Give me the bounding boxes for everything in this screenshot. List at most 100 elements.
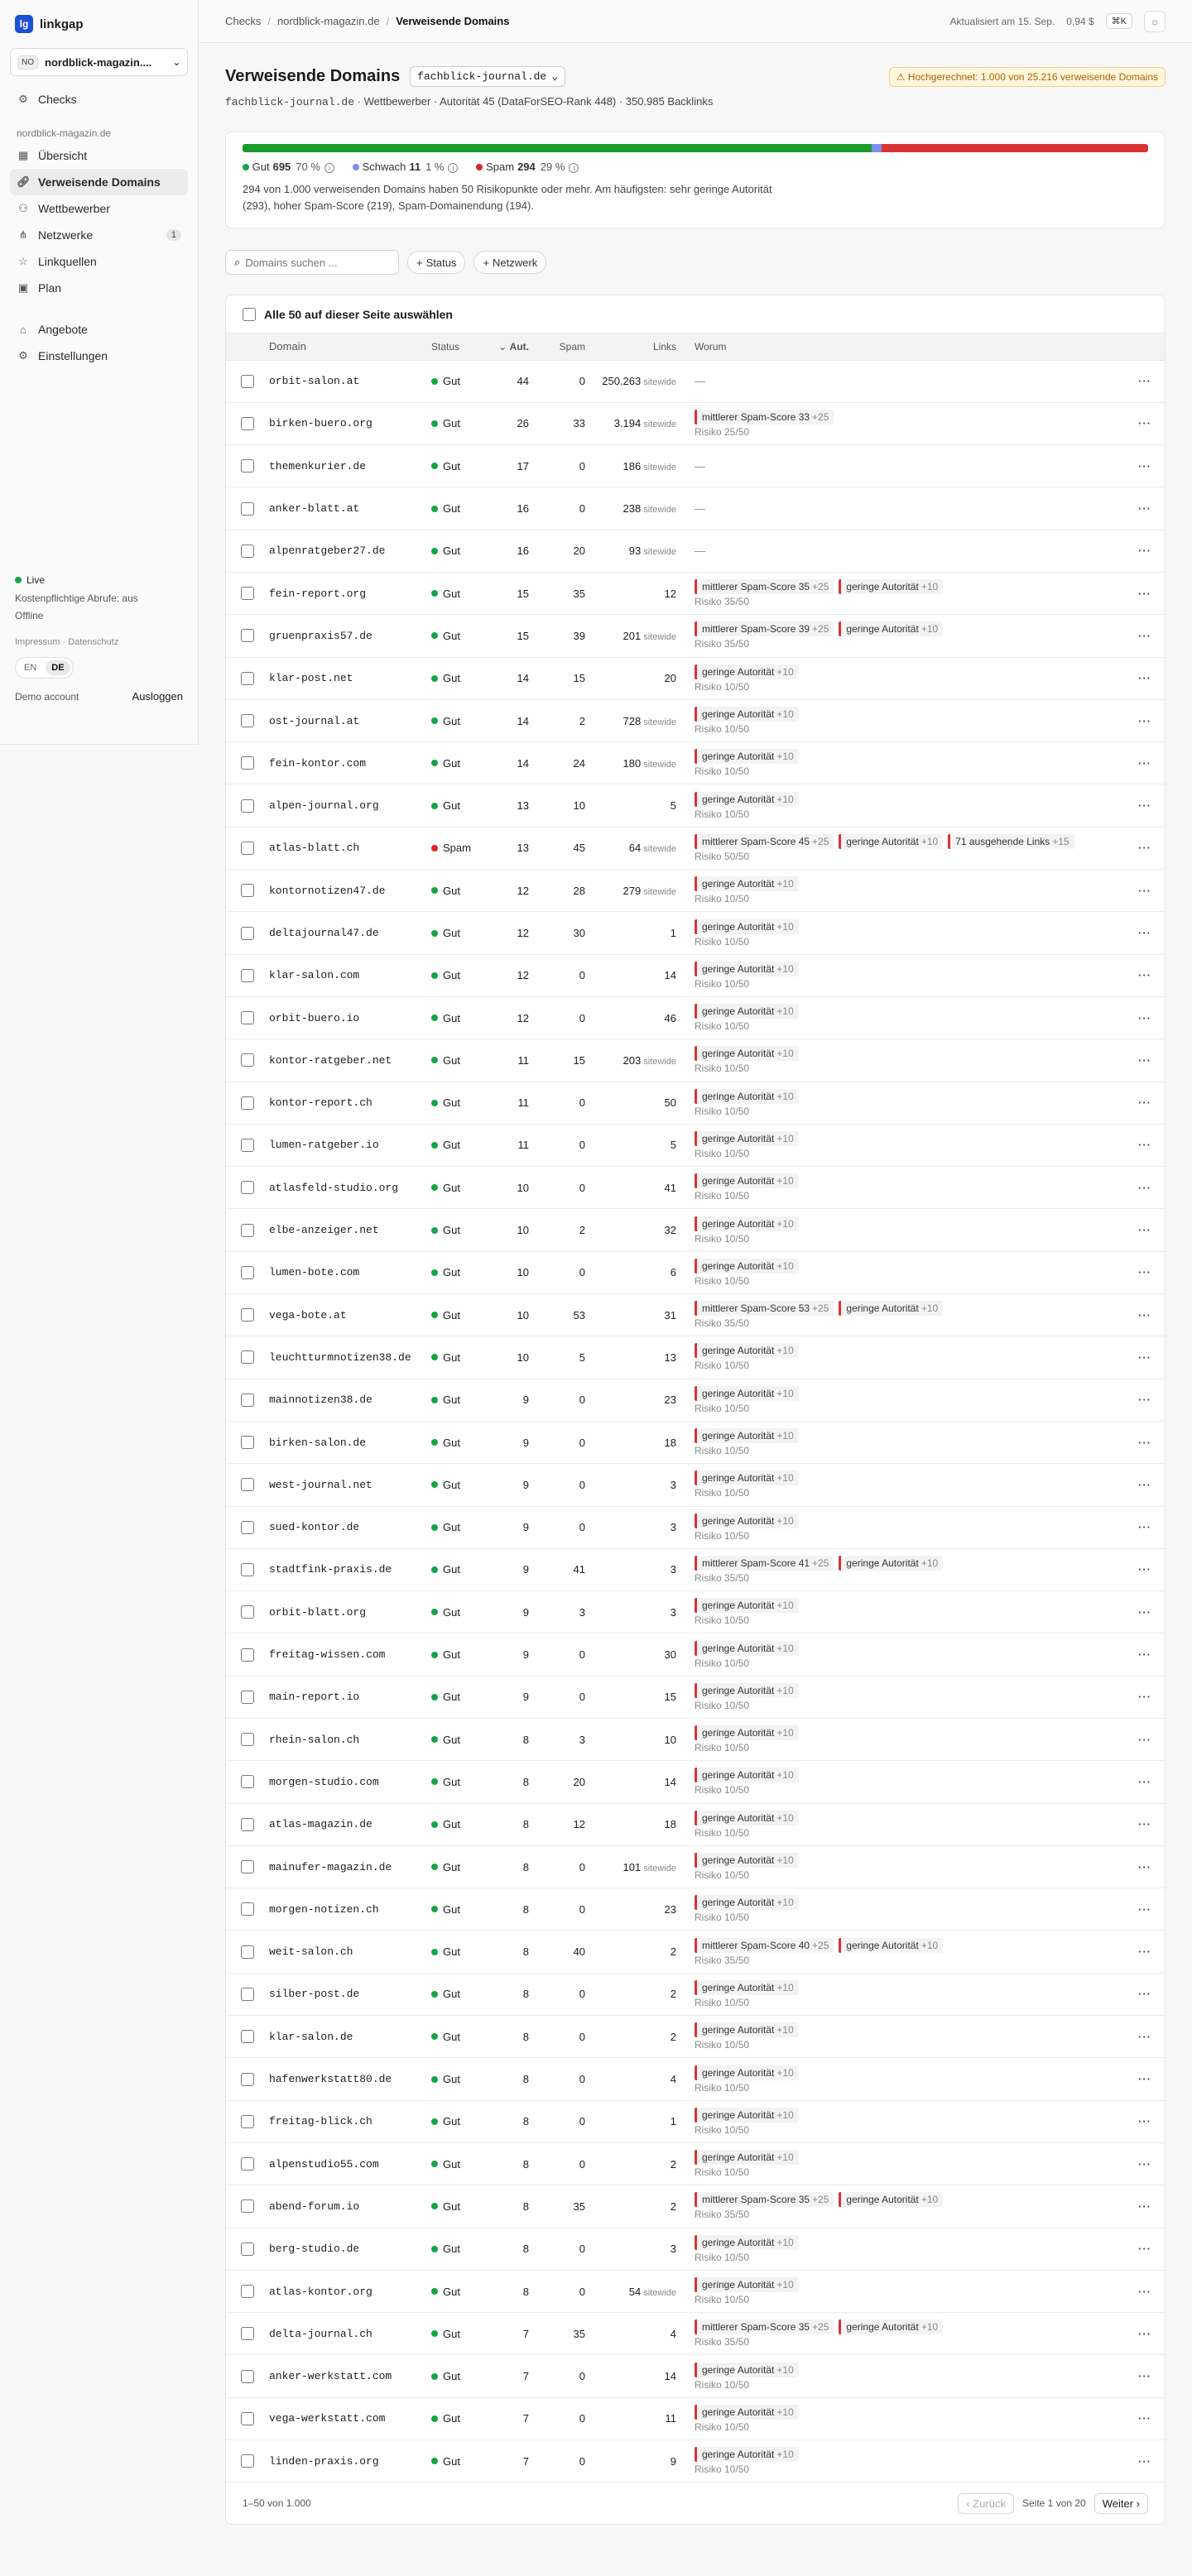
more-icon[interactable]: ··· bbox=[1138, 1945, 1151, 1958]
domain-cell[interactable]: freitag-wissen.com bbox=[269, 1633, 431, 1677]
more-icon[interactable]: ··· bbox=[1138, 1054, 1151, 1067]
table-row[interactable]: orbit-blatt.org Gut 9 3 3 geringe Autorität +1… bbox=[226, 1590, 1165, 1634]
domain-cell[interactable]: lumen-ratgeber.io bbox=[269, 1124, 431, 1168]
row-checkbox[interactable] bbox=[241, 2157, 254, 2171]
domain-cell[interactable]: deltajournal47.de bbox=[269, 911, 431, 955]
more-icon[interactable]: ··· bbox=[1138, 1818, 1151, 1830]
more-icon[interactable]: ··· bbox=[1138, 588, 1151, 600]
lang-en-button[interactable]: EN bbox=[18, 660, 42, 675]
table-row[interactable]: orbit-buero.io Gut 12 0 46 geringe Autorität +… bbox=[226, 996, 1165, 1040]
domain-cell[interactable]: kontor-ratgeber.net bbox=[269, 1039, 431, 1082]
header-links[interactable]: Links bbox=[585, 333, 683, 361]
table-row[interactable]: morgen-notizen.ch Gut 8 0 23 geringe Autoritä… bbox=[226, 1888, 1165, 1931]
domain-cell[interactable]: themenkurier.de bbox=[269, 444, 431, 488]
more-icon[interactable]: ··· bbox=[1138, 1861, 1151, 1873]
domain-cell[interactable]: silber-post.de bbox=[269, 1973, 431, 2017]
row-checkbox[interactable] bbox=[241, 1775, 254, 1789]
table-row[interactable]: weit-salon.ch Gut 8 40 2 mittlerer Spam-Score… bbox=[226, 1930, 1165, 1974]
search-input[interactable] bbox=[245, 256, 378, 269]
row-checkbox[interactable] bbox=[241, 1817, 254, 1831]
table-row[interactable]: klar-salon.com Gut 12 0 14 geringe Autorität +… bbox=[226, 954, 1165, 997]
more-icon[interactable]: ··· bbox=[1138, 2243, 1151, 2255]
row-checkbox[interactable] bbox=[241, 714, 254, 728]
more-icon[interactable]: ··· bbox=[1138, 1437, 1151, 1449]
row-checkbox[interactable] bbox=[241, 1520, 254, 1534]
more-icon[interactable]: ··· bbox=[1138, 1182, 1151, 1194]
more-icon[interactable]: ··· bbox=[1138, 1266, 1151, 1278]
brand[interactable]: lg linkgap bbox=[10, 0, 188, 48]
domain-cell[interactable]: orbit-salon.at bbox=[269, 360, 431, 403]
domain-cell[interactable]: morgen-studio.com bbox=[269, 1760, 431, 1804]
domain-cell[interactable]: alpen-journal.org bbox=[269, 784, 431, 827]
table-row[interactable]: freitag-wissen.com Gut 9 0 30 geringe Autorit… bbox=[226, 1633, 1165, 1677]
more-icon[interactable]: ··· bbox=[1138, 1903, 1151, 1916]
more-icon[interactable]: ··· bbox=[1138, 2370, 1151, 2382]
domain-cell[interactable]: anker-werkstatt.com bbox=[269, 2354, 431, 2398]
more-icon[interactable]: ··· bbox=[1138, 2328, 1151, 2340]
table-row[interactable]: sued-kontor.de Gut 9 0 3 geringe Autorität +10… bbox=[226, 1506, 1165, 1549]
theme-toggle-button[interactable]: ☼ bbox=[1144, 10, 1166, 32]
table-row[interactable]: fein-report.org Gut 15 35 12 mittlerer Spam-S… bbox=[226, 572, 1165, 616]
datenschutz-link[interactable]: Datenschutz bbox=[68, 637, 118, 647]
more-icon[interactable]: ··· bbox=[1138, 2073, 1151, 2085]
breadcrumb-item[interactable]: Checks bbox=[225, 15, 261, 27]
more-icon[interactable]: ··· bbox=[1138, 1691, 1151, 1703]
table-row[interactable]: kontor-ratgeber.net Gut 11 15 203 sitewide ger… bbox=[226, 1039, 1165, 1082]
row-checkbox[interactable] bbox=[241, 1096, 254, 1110]
table-row[interactable]: atlas-kontor.org Gut 8 0 54 sitewide geringe A… bbox=[226, 2270, 1165, 2314]
row-checkbox[interactable] bbox=[241, 1987, 254, 2001]
table-row[interactable]: delta-journal.ch Gut 7 35 4 mittlerer Spam-Sc… bbox=[226, 2312, 1165, 2356]
breadcrumb-item[interactable]: nordblick-magazin.de bbox=[277, 15, 380, 27]
domain-cell[interactable]: alpenstudio55.com bbox=[269, 2142, 431, 2186]
row-checkbox[interactable] bbox=[241, 671, 254, 685]
domain-cell[interactable]: mainnotizen38.de bbox=[269, 1379, 431, 1422]
row-checkbox[interactable] bbox=[241, 1860, 254, 1874]
domain-cell[interactable]: klar-salon.de bbox=[269, 2015, 431, 2059]
site-select[interactable]: fachblick-journal.de ⌄ bbox=[410, 66, 566, 87]
more-icon[interactable]: ··· bbox=[1138, 1988, 1151, 2000]
domain-cell[interactable]: leuchtturmnotizen38.de bbox=[269, 1336, 431, 1379]
sidebar-item-competitors[interactable]: ⚇ Wettbewerber bbox=[10, 195, 188, 222]
sidebar-item-networks[interactable]: ⋔ Netzwerke 1 bbox=[10, 222, 188, 248]
domain-cell[interactable]: weit-salon.ch bbox=[269, 1930, 431, 1974]
more-icon[interactable]: ··· bbox=[1138, 757, 1151, 770]
row-checkbox[interactable] bbox=[241, 2369, 254, 2383]
domain-cell[interactable]: birken-buero.org bbox=[269, 402, 431, 446]
table-row[interactable]: atlas-magazin.de Gut 8 12 18 geringe Autoritä… bbox=[226, 1803, 1165, 1846]
more-icon[interactable]: ··· bbox=[1138, 799, 1151, 812]
more-icon[interactable]: ··· bbox=[1138, 1012, 1151, 1024]
domain-cell[interactable]: linden-praxis.org bbox=[269, 2439, 431, 2483]
table-row[interactable]: rhein-salon.ch Gut 8 3 10 geringe Autorität +1… bbox=[226, 1718, 1165, 1762]
table-row[interactable]: anker-blatt.at Gut 16 0 238 sitewide — ··· bbox=[226, 487, 1165, 530]
row-checkbox[interactable] bbox=[241, 416, 254, 430]
more-icon[interactable]: ··· bbox=[1138, 1521, 1151, 1533]
more-icon[interactable]: ··· bbox=[1138, 715, 1151, 727]
domain-cell[interactable]: kontor-report.ch bbox=[269, 1082, 431, 1125]
more-icon[interactable]: ··· bbox=[1138, 1096, 1151, 1109]
domain-cell[interactable]: abend-forum.io bbox=[269, 2185, 431, 2228]
more-icon[interactable]: ··· bbox=[1138, 2115, 1151, 2127]
sidebar-item-overview[interactable]: ▦ Übersicht bbox=[10, 142, 188, 169]
domain-cell[interactable]: atlasfeld-studio.org bbox=[269, 1166, 431, 1210]
domain-cell[interactable]: anker-blatt.at bbox=[269, 487, 431, 530]
sidebar-item-checks[interactable]: ⚙ Checks bbox=[10, 86, 188, 113]
more-icon[interactable]: ··· bbox=[1138, 1394, 1151, 1406]
domain-cell[interactable]: hafenwerkstatt80.de bbox=[269, 2057, 431, 2101]
row-checkbox[interactable] bbox=[241, 2030, 254, 2044]
sidebar-item-referring-domains[interactable]: 🔗︎ Verweisende Domains bbox=[10, 169, 188, 195]
row-checkbox[interactable] bbox=[241, 1733, 254, 1747]
domain-cell[interactable]: birken-salon.de bbox=[269, 1421, 431, 1465]
row-checkbox[interactable] bbox=[241, 1648, 254, 1662]
more-icon[interactable]: ··· bbox=[1138, 1648, 1151, 1661]
row-checkbox[interactable] bbox=[241, 1605, 254, 1619]
lang-de-button[interactable]: DE bbox=[46, 660, 70, 675]
more-icon[interactable]: ··· bbox=[1138, 375, 1151, 387]
domain-cell[interactable]: berg-studio.de bbox=[269, 2228, 431, 2271]
domain-cell[interactable]: freitag-blick.ch bbox=[269, 2100, 431, 2143]
domain-cell[interactable]: orbit-blatt.org bbox=[269, 1590, 431, 1634]
header-status[interactable]: Status bbox=[431, 333, 479, 361]
row-checkbox[interactable] bbox=[241, 841, 254, 855]
row-checkbox[interactable] bbox=[241, 2327, 254, 2341]
row-checkbox[interactable] bbox=[241, 1138, 254, 1152]
row-checkbox[interactable] bbox=[241, 2199, 254, 2214]
